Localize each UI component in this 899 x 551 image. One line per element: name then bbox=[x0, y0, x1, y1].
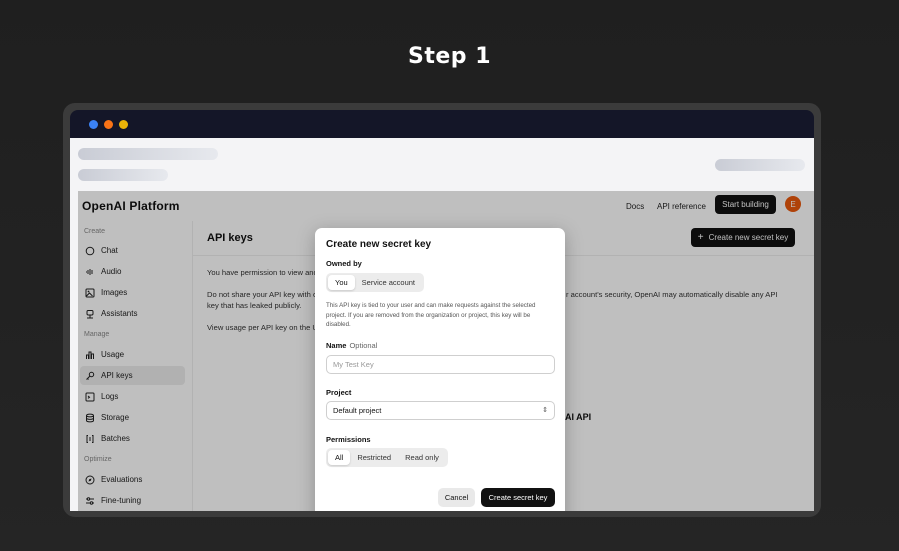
owned-by-label: Owned by bbox=[326, 259, 362, 268]
window-dot-orange-icon[interactable] bbox=[104, 120, 113, 129]
placeholder-bar bbox=[715, 159, 805, 171]
owned-by-service-account-option[interactable]: Service account bbox=[355, 275, 422, 290]
chevron-up-down-icon: ⇕ bbox=[542, 407, 548, 414]
placeholder-bar bbox=[78, 169, 168, 181]
owned-by-you-option[interactable]: You bbox=[328, 275, 355, 290]
permission-restricted-option[interactable]: Restricted bbox=[350, 450, 398, 465]
modal-title: Create new secret key bbox=[326, 239, 432, 250]
name-optional-text: Optional bbox=[349, 341, 378, 350]
project-select[interactable]: Default project ⇕ bbox=[326, 401, 555, 420]
name-label-text: Name bbox=[326, 341, 347, 350]
window-titlebar bbox=[70, 110, 814, 138]
window-dot-blue-icon[interactable] bbox=[89, 120, 98, 129]
browser-viewport: OpenAI Platform Docs API reference Start… bbox=[70, 138, 814, 511]
key-name-input[interactable]: My Test Key bbox=[326, 355, 555, 374]
project-label: Project bbox=[326, 388, 352, 397]
tutorial-stage: Step 1 OpenAI Platform Docs API referenc… bbox=[0, 0, 899, 551]
permission-all-option[interactable]: All bbox=[328, 450, 351, 465]
owned-by-toggle: You Service account bbox=[326, 273, 425, 292]
project-select-value: Default project bbox=[333, 406, 382, 415]
name-label: Name Optional bbox=[326, 341, 377, 350]
placeholder-bar bbox=[78, 148, 218, 160]
owner-help-text: This API key is tied to your user and ca… bbox=[326, 302, 536, 328]
device-frame: OpenAI Platform Docs API reference Start… bbox=[63, 103, 821, 517]
openai-platform-app: OpenAI Platform Docs API reference Start… bbox=[78, 191, 814, 511]
permissions-label: Permissions bbox=[326, 435, 371, 444]
window-dot-yellow-icon[interactable] bbox=[119, 120, 128, 129]
create-secret-key-button[interactable]: Create secret key bbox=[481, 488, 555, 507]
create-secret-key-modal: Create new secret key Owned by You Servi… bbox=[315, 228, 565, 511]
permissions-toggle: All Restricted Read only bbox=[326, 448, 448, 467]
step-title: Step 1 bbox=[408, 44, 491, 69]
permission-read-only-option[interactable]: Read only bbox=[398, 450, 446, 465]
cancel-button[interactable]: Cancel bbox=[438, 488, 475, 507]
